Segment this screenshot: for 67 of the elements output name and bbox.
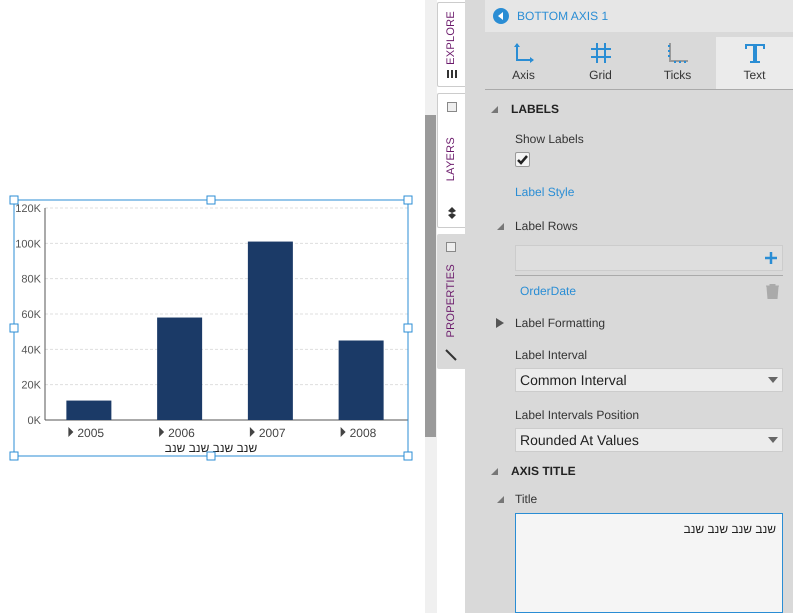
scrollbar-thumb[interactable] [425, 115, 436, 437]
panel-icon [446, 242, 456, 252]
field-label: Label Interval [515, 347, 588, 364]
y-tick-label: 80K [21, 274, 41, 286]
y-tick-label: 60K [21, 309, 41, 321]
x-tick-label: 2008 [350, 426, 376, 440]
resize-handle[interactable] [404, 452, 412, 460]
expand-icon[interactable] [495, 318, 505, 328]
expand-icon[interactable] [68, 427, 74, 437]
tab[interactable]: Text [716, 37, 793, 89]
resize-handle[interactable] [404, 196, 412, 204]
field-label: Label Rows [515, 218, 578, 235]
grid-icon [590, 42, 612, 64]
bar[interactable] [338, 340, 384, 420]
resize-handle[interactable] [404, 324, 412, 332]
back-icon [493, 8, 509, 24]
panel-icon [446, 102, 456, 112]
add-icon[interactable] [764, 251, 778, 265]
side-tab[interactable]: EXPLORE [437, 2, 465, 87]
y-tick-label: 0K [28, 415, 41, 427]
y-tick-label: 20K [21, 380, 41, 392]
y-tick-label: 40K [21, 344, 41, 356]
checkbox[interactable] [515, 152, 530, 167]
resize-handle[interactable] [10, 196, 18, 204]
y-tick-label: 100K [15, 238, 41, 250]
section-heading: AXIS TITLE [511, 463, 576, 480]
bar[interactable] [157, 318, 202, 420]
text-icon [744, 42, 766, 64]
expand-icon[interactable] [250, 427, 255, 437]
x-tick-label: 2007 [258, 426, 286, 440]
y-tick-label: 120K [15, 203, 41, 215]
section-heading: LABELS [511, 101, 559, 118]
field-label: Label Formatting [515, 315, 606, 332]
resize-handle[interactable] [206, 196, 216, 204]
tab[interactable]: Ticks [639, 37, 716, 89]
caret-icon [768, 377, 778, 383]
ticks-icon [666, 42, 688, 64]
resize-handle[interactable] [206, 452, 216, 460]
tab[interactable]: Axis [485, 37, 562, 89]
axis-title: שנב שנב שנב שנב [164, 441, 258, 455]
caret-icon [768, 437, 778, 443]
collapse-icon[interactable] [489, 104, 499, 114]
field-label: Show Labels [515, 131, 584, 148]
dropdown[interactable]: Common Interval [515, 368, 783, 392]
collapse-icon[interactable] [489, 466, 499, 476]
side-tab[interactable]: LAYERS [437, 93, 465, 228]
title-input[interactable]: שנב שנב שנב שנב [515, 513, 783, 613]
stack-icon [446, 70, 456, 78]
resize-handle[interactable] [10, 452, 18, 460]
bar[interactable] [66, 400, 112, 420]
collapse-icon[interactable] [495, 221, 505, 231]
field-label: Title [515, 491, 538, 508]
collapse-icon[interactable] [495, 494, 505, 504]
dropdown[interactable]: Rounded At Values [515, 428, 783, 452]
axis-icon [512, 42, 534, 64]
tab[interactable]: Grid [562, 37, 639, 89]
brush-icon [445, 349, 457, 361]
resize-handle[interactable] [10, 324, 18, 332]
expand-icon[interactable] [159, 427, 164, 437]
layers-icon [448, 207, 456, 219]
row-input[interactable] [515, 245, 783, 271]
expand-icon[interactable] [340, 427, 346, 437]
field-label: Label Intervals Position [515, 407, 640, 424]
x-tick-label: 2006 [168, 426, 195, 440]
x-tick-label: 2005 [77, 426, 104, 440]
side-tab[interactable]: PROPERTIES [437, 234, 465, 369]
bar[interactable] [248, 242, 293, 420]
